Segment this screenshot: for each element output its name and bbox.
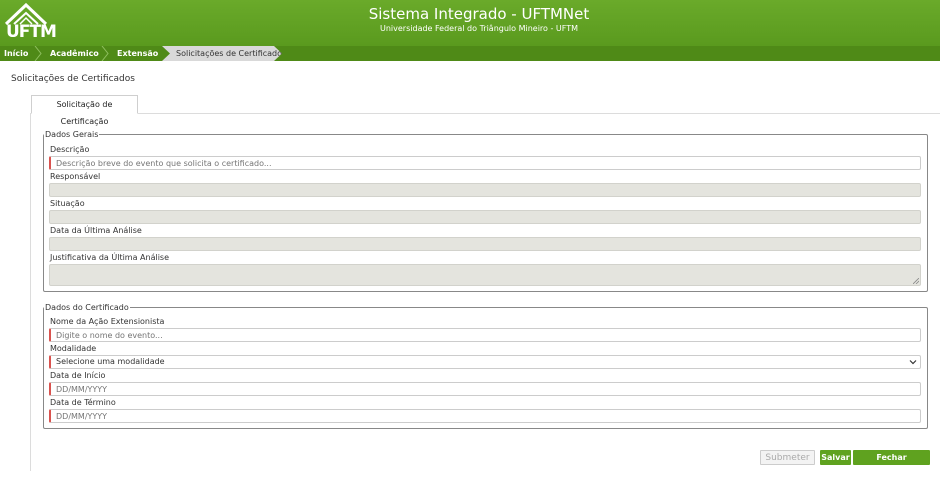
submit-button[interactable]: Submeter xyxy=(760,450,815,465)
data-inicio-input[interactable] xyxy=(49,382,921,396)
data-ultima-analise-label: Data da Última Análise xyxy=(50,226,142,235)
breadcrumb-current: Solicitações de Certificados xyxy=(162,46,282,61)
save-button[interactable]: Salvar xyxy=(820,450,851,465)
breadcrumb-inicio[interactable]: Início xyxy=(4,46,28,61)
dados-certificado-legend: Dados do Certificado xyxy=(45,303,129,312)
data-inicio-label: Data de Início xyxy=(50,371,106,380)
chevron-right-icon xyxy=(34,46,42,61)
chevron-down-icon xyxy=(909,360,917,365)
system-title: Sistema Integrado - UFTMNet xyxy=(368,5,590,23)
modalidade-select[interactable]: Selecione uma modalidade xyxy=(49,355,921,369)
data-ultima-analise-field xyxy=(49,237,921,251)
situacao-field xyxy=(49,210,921,224)
modalidade-label: Modalidade xyxy=(50,344,97,353)
nome-acao-label: Nome da Ação Extensionista xyxy=(50,317,165,326)
resize-handle-icon[interactable] xyxy=(913,278,919,284)
tab-solicitacao[interactable]: Solicitação de Certificação xyxy=(31,95,138,126)
breadcrumb-extensao[interactable]: Extensão xyxy=(117,46,158,61)
modalidade-selected-value: Selecione uma modalidade xyxy=(56,357,165,366)
page-title: Solicitações de Certificados xyxy=(11,74,135,84)
system-subtitle: Universidade Federal do Triângulo Mineir… xyxy=(380,24,578,33)
system-title-block: Sistema Integrado - UFTMNet Universidade… xyxy=(0,5,940,33)
situacao-label: Situação xyxy=(50,199,85,208)
close-form-button[interactable]: Fechar Formulário xyxy=(853,450,930,477)
justificativa-textarea xyxy=(49,264,921,286)
breadcrumb-academico[interactable]: Acadêmico xyxy=(50,46,99,61)
chevron-right-icon xyxy=(101,46,109,61)
responsavel-field xyxy=(49,183,921,197)
justificativa-label: Justificativa da Última Análise xyxy=(50,253,170,262)
responsavel-label: Responsável xyxy=(50,172,101,181)
breadcrumb: Início Acadêmico Extensão Solicitações d… xyxy=(0,46,940,61)
descricao-input[interactable] xyxy=(49,156,921,170)
data-termino-input[interactable] xyxy=(49,409,921,423)
descricao-label: Descrição xyxy=(50,145,90,154)
app-header: UFTM Sistema Integrado - UFTMNet Univers… xyxy=(0,0,940,46)
dados-gerais-legend: Dados Gerais xyxy=(45,130,99,139)
nome-acao-input[interactable] xyxy=(49,328,921,342)
data-termino-label: Data de Término xyxy=(50,398,116,407)
